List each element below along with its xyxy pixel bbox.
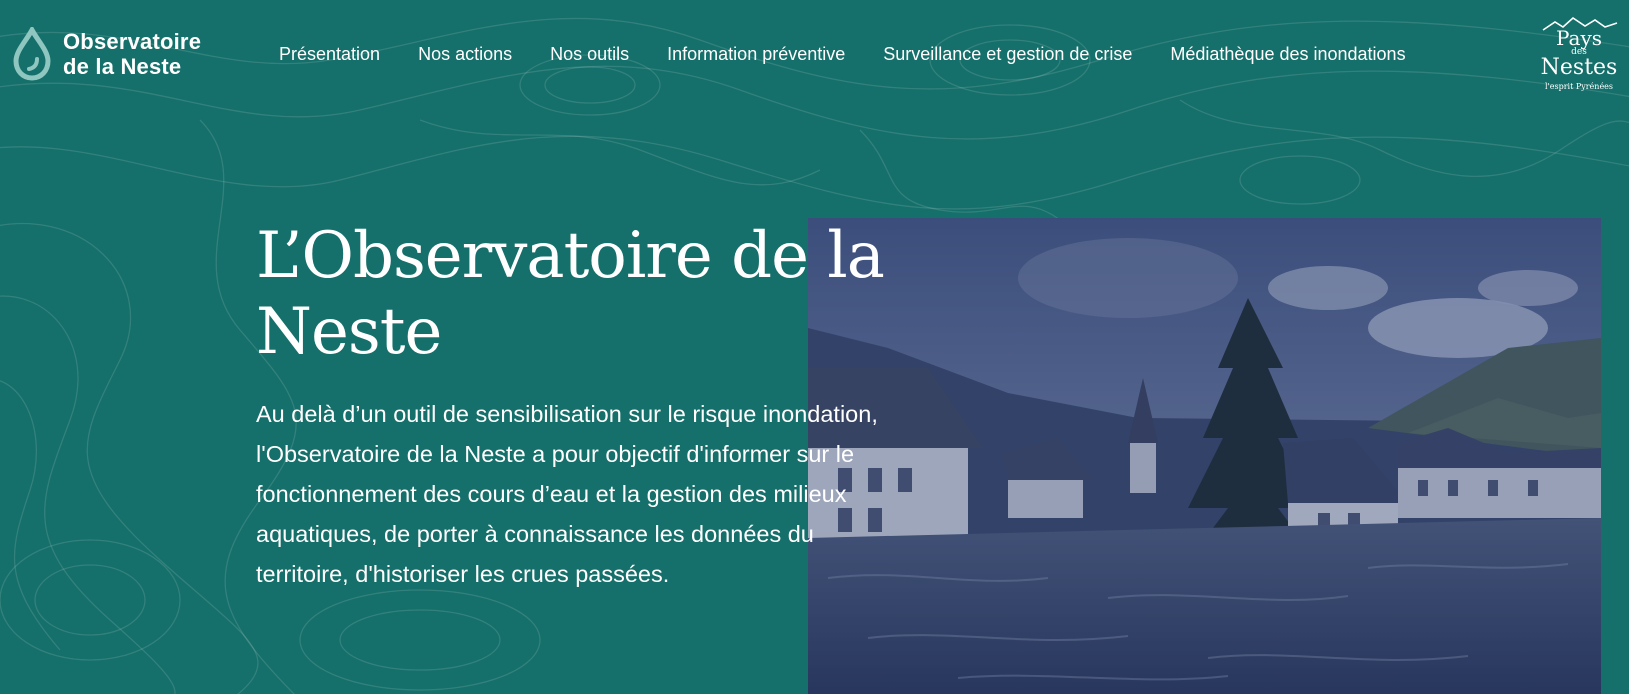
pays-des-nestes-logo[interactable]: Pays des Nestes l'esprit Pyrénées [1537,16,1621,94]
nav-item-nos-outils[interactable]: Nos outils [531,40,648,69]
main-navigation: Présentation Nos actions Nos outils Info… [260,40,1425,69]
nav-item-information-preventive[interactable]: Information préventive [648,40,864,69]
partner-logo-line3: Nestes [1541,55,1618,80]
nav-item-mediatheque[interactable]: Médiathèque des inondations [1151,40,1424,69]
site-logo-link[interactable]: Observatoire de la Neste [12,27,201,81]
hero-title: L’Observatoire de la Neste [256,219,885,369]
nav-item-surveillance[interactable]: Surveillance et gestion de crise [864,40,1151,69]
site-name: Observatoire de la Neste [63,29,201,79]
site-name-line1: Observatoire [63,29,202,54]
nav-item-nos-actions[interactable]: Nos actions [399,40,531,69]
nav-item-presentation[interactable]: Présentation [260,40,399,69]
site-header: Observatoire de la Neste Présentation No… [0,0,1629,110]
partner-logo-tagline: l'esprit Pyrénées [1545,82,1613,91]
hero-description: Au delà d’un outil de sensibilisation su… [256,401,878,587]
water-drop-icon [13,27,51,81]
flooded-village-photo [808,218,1601,694]
site-name-line2: de la Neste [63,54,182,79]
